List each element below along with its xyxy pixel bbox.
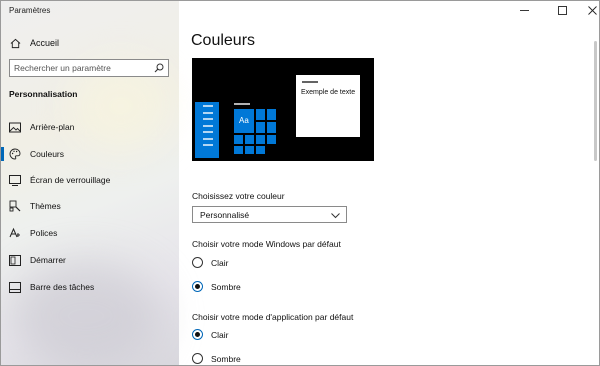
sidebar-item-label: Écran de verrouillage bbox=[30, 175, 111, 185]
app-mode-clair-option[interactable]: Clair bbox=[192, 329, 228, 340]
sidebar-item-themes[interactable]: Thèmes bbox=[9, 200, 61, 212]
search-input[interactable]: Rechercher un paramètre bbox=[9, 59, 169, 77]
sidebar-item-label: Polices bbox=[30, 228, 58, 238]
sidebar-item-demarrer[interactable]: Démarrer bbox=[9, 254, 66, 266]
sidebar-item-label: Arrière-plan bbox=[30, 122, 75, 132]
minimize-button[interactable] bbox=[509, 1, 539, 19]
font-icon bbox=[9, 227, 21, 239]
app-mode-label: Choisir votre mode d'application par déf… bbox=[192, 312, 354, 322]
preview-sample-text: Exemple de texte bbox=[301, 89, 356, 96]
preview-start-strip bbox=[195, 102, 219, 158]
active-indicator bbox=[1, 147, 4, 161]
sidebar-item-barre-taches[interactable]: Barre des tâches bbox=[9, 281, 94, 293]
sidebar-item-label: Thèmes bbox=[30, 201, 61, 211]
scrollbar[interactable] bbox=[594, 41, 597, 161]
close-button[interactable] bbox=[577, 1, 599, 19]
section-title: Personnalisation bbox=[9, 89, 78, 99]
radio-label: Sombre bbox=[211, 281, 241, 292]
minimize-icon bbox=[519, 9, 529, 11]
app-mode-sombre-option[interactable]: Sombre bbox=[192, 353, 241, 364]
radio-button-checked[interactable] bbox=[192, 281, 203, 292]
sidebar-item-arriere-plan[interactable]: Arrière-plan bbox=[9, 121, 74, 133]
page-title: Couleurs bbox=[191, 32, 256, 49]
radio-button[interactable] bbox=[192, 257, 203, 268]
search-placeholder: Rechercher un paramètre bbox=[14, 63, 111, 73]
preview-sample-window bbox=[296, 75, 360, 137]
preview-tile-text: Aa bbox=[239, 116, 249, 125]
taskbar-icon bbox=[9, 281, 21, 293]
radio-button-checked[interactable] bbox=[192, 329, 203, 340]
maximize-button[interactable] bbox=[547, 1, 577, 19]
radio-button[interactable] bbox=[192, 353, 203, 364]
sidebar-item-label: Couleurs bbox=[30, 149, 65, 159]
lock-screen-icon bbox=[9, 174, 21, 186]
theme-preview: Aa Exemple de texte bbox=[192, 58, 374, 161]
radio-label: Clair bbox=[211, 329, 229, 340]
windows-mode-sombre-option[interactable]: Sombre bbox=[192, 281, 241, 292]
color-choice-label: Choisissez votre couleur bbox=[192, 191, 285, 201]
brush-icon bbox=[9, 200, 21, 212]
settings-window: Paramètres Accueil Rechercher un paramèt… bbox=[0, 0, 600, 366]
start-icon bbox=[9, 254, 21, 266]
chevron-down-icon bbox=[331, 211, 340, 221]
window-title: Paramètres bbox=[9, 6, 51, 15]
home-label: Accueil bbox=[30, 38, 60, 48]
sidebar-item-label: Démarrer bbox=[30, 255, 66, 265]
image-icon bbox=[9, 121, 21, 133]
home-icon bbox=[9, 37, 21, 49]
windows-mode-clair-option[interactable]: Clair bbox=[192, 257, 228, 268]
maximize-icon bbox=[557, 5, 567, 15]
sidebar-item-couleurs[interactable]: Couleurs bbox=[9, 148, 64, 160]
sidebar: Paramètres Accueil Rechercher un paramèt… bbox=[1, 1, 179, 365]
radio-label: Sombre bbox=[211, 353, 241, 364]
preview-graphic bbox=[195, 75, 360, 158]
color-select-value: Personnalisé bbox=[200, 209, 250, 220]
sidebar-item-polices[interactable]: Polices bbox=[9, 227, 57, 239]
home-link[interactable]: Accueil bbox=[9, 37, 59, 49]
close-icon bbox=[587, 5, 597, 15]
search-icon[interactable] bbox=[154, 63, 164, 75]
sidebar-item-ecran-verrouillage[interactable]: Écran de verrouillage bbox=[9, 174, 110, 186]
sidebar-item-label: Barre des tâches bbox=[30, 282, 95, 292]
color-select[interactable]: Personnalisé bbox=[192, 206, 347, 223]
windows-mode-label: Choisir votre mode Windows par défaut bbox=[192, 239, 341, 249]
palette-icon bbox=[9, 148, 21, 160]
radio-label: Clair bbox=[211, 257, 229, 268]
